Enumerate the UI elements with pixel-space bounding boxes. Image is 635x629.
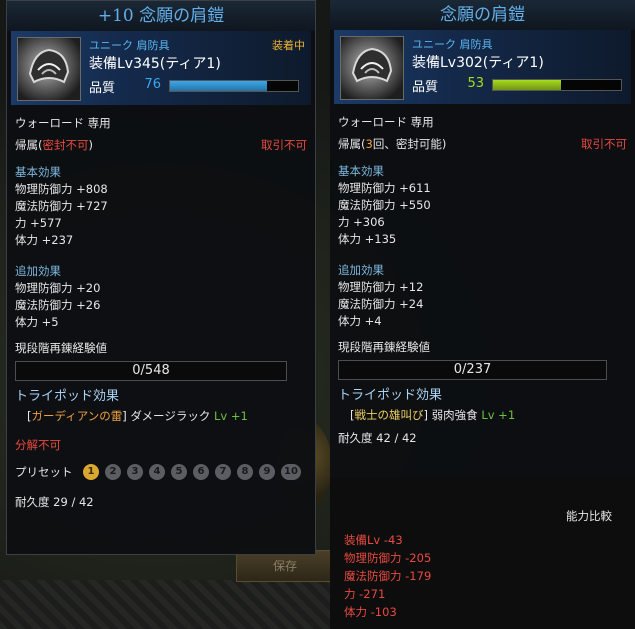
item-level: 装備Lv302(ティア1) <box>412 55 544 71</box>
comparison-line: 体力 -103 <box>344 605 397 619</box>
shoulder-armor-icon <box>17 37 81 101</box>
preset-button-1[interactable]: 1 <box>83 464 99 480</box>
stat-line: 物理防御力 +12 <box>338 280 424 294</box>
tripod-level: Lv +1 <box>481 408 516 422</box>
bind-status: 帰属(密封不可) 取引不可 <box>15 137 307 154</box>
stat-line: 体力 +5 <box>15 315 59 329</box>
preset-button-2[interactable]: 2 <box>105 464 121 480</box>
preset-button-8[interactable]: 8 <box>237 464 253 480</box>
preset-selector: プリセット 1 2 3 4 5 6 7 8 9 10 <box>15 460 307 484</box>
basic-effects-title: 基本効果 <box>338 164 384 178</box>
stat-line: 体力 +135 <box>338 232 397 246</box>
preset-buttons: 1 2 3 4 5 6 7 8 9 10 <box>83 464 307 480</box>
item-level: 装備Lv345(ティア1) <box>89 56 221 72</box>
stat-line: 体力 +237 <box>15 233 74 247</box>
disassemble-status: 分解不可 <box>15 438 61 452</box>
comparison-line: 装備Lv -43 <box>344 533 403 547</box>
quality-label: 品質 <box>412 80 439 95</box>
preset-button-10[interactable]: 10 <box>281 464 301 480</box>
extra-effects-list: 物理防御力 +12 魔法防御力 +24 体力 +4 <box>338 279 627 330</box>
extra-effects-list: 物理防御力 +20 魔法防御力 +26 体力 +5 <box>15 280 307 331</box>
quality-label: 品質 <box>89 81 116 96</box>
bind-rest: 回、密封可能) <box>372 137 447 151</box>
stat-line: 力 +577 <box>15 216 62 230</box>
equipped-status: 装着中 <box>272 39 305 52</box>
quality-bar-fill <box>493 80 561 90</box>
comparison-line: 力 -271 <box>344 587 386 601</box>
background-floor <box>0 580 330 629</box>
tripod-bracket-close: ] <box>423 408 429 422</box>
tripod-skill: ダメージラック <box>130 409 211 423</box>
quality-bar <box>169 80 299 92</box>
bind-close: ) <box>88 138 94 152</box>
stat-line: 魔法防御力 +24 <box>338 297 424 311</box>
bind-status: 帰属(3回、密封可能) 取引不可 <box>338 136 627 153</box>
bind-value: 密封不可 <box>42 138 89 152</box>
preset-button-4[interactable]: 4 <box>149 464 165 480</box>
basic-effects-title: 基本効果 <box>15 165 61 179</box>
durability: 耐久度 29 / 42 <box>15 495 94 509</box>
tripod-name: 戦士の雄叫び <box>354 408 424 422</box>
stat-line: 物理防御力 +611 <box>338 181 431 195</box>
comparison-line: 物理防御力 -205 <box>344 551 432 565</box>
quality-bar-fill <box>170 81 268 91</box>
stat-line: 魔法防御力 +26 <box>15 298 101 312</box>
bind-count: 3 <box>365 137 373 151</box>
stat-line: 体力 +4 <box>338 314 382 328</box>
compared-item-tooltip: 念願の肩鎧 ユニーク 肩防具 装備Lv302(ティア1) 品質 53 ウォーロー… <box>330 0 635 478</box>
tripod-effect: [戦士の雄叫び] 弱肉強食 Lv +1 <box>338 406 627 424</box>
trade-status: 取引不可 <box>261 138 307 152</box>
preset-button-5[interactable]: 5 <box>171 464 187 480</box>
refine-xp-title: 現段階再錬経験値 <box>338 340 430 354</box>
refine-xp-bar: 0/548 <box>15 361 287 381</box>
class-restriction: ウォーロード 専用 <box>15 116 111 130</box>
stat-line: 力 +306 <box>338 215 385 229</box>
stat-comparison-title: 能力比較 <box>566 509 612 523</box>
comparison-line: 魔法防御力 -179 <box>344 569 432 583</box>
stat-line: 物理防御力 +808 <box>15 182 108 196</box>
durability: 耐久度 42 / 42 <box>338 431 417 445</box>
stat-line: 魔法防御力 +727 <box>15 199 108 213</box>
tripod-skill: 弱肉強食 <box>431 408 478 422</box>
preset-button-7[interactable]: 7 <box>215 464 231 480</box>
tripod-bracket-close: ] <box>122 409 127 423</box>
tripod-title: トライポッド効果 <box>338 388 443 403</box>
basic-effects-list: 物理防御力 +808 魔法防御力 +727 力 +577 体力 +237 <box>15 181 307 249</box>
tripod-name: ガーディアンの雷 <box>31 409 123 423</box>
item-grade: ユニーク 肩防具 <box>412 38 493 51</box>
extra-effects-title: 追加効果 <box>15 264 61 278</box>
bind-label: 帰属( <box>15 138 43 152</box>
tripod-title: トライポッド効果 <box>15 389 120 404</box>
shoulder-armor-icon <box>340 36 404 100</box>
item-grade: ユニーク 肩防具 <box>89 39 170 52</box>
item-header: ユニーク 肩防具 装備Lv302(ティア1) 品質 53 <box>334 30 631 104</box>
tripod-level: Lv +1 <box>213 409 248 423</box>
preset-button-6[interactable]: 6 <box>193 464 209 480</box>
extra-effects-title: 追加効果 <box>338 263 384 277</box>
item-header: ユニーク 肩防具 装着中 装備Lv345(ティア1) 品質 76 <box>11 31 311 105</box>
quality-value: 53 <box>467 76 484 91</box>
bind-label: 帰属( <box>338 137 366 151</box>
preset-button-3[interactable]: 3 <box>127 464 143 480</box>
stat-line: 魔法防御力 +550 <box>338 198 431 212</box>
quality-bar <box>492 79 622 91</box>
trade-status: 取引不可 <box>581 137 627 151</box>
refine-xp-title: 現段階再錬経験値 <box>15 341 107 355</box>
refine-xp-bar: 0/237 <box>338 360 607 380</box>
preset-label: プリセット <box>15 465 73 479</box>
tripod-effect: [ガーディアンの雷] ダメージラック Lv +1 <box>15 407 307 425</box>
stat-line: 物理防御力 +20 <box>15 281 101 295</box>
quality-value: 76 <box>144 77 161 92</box>
class-restriction: ウォーロード 専用 <box>338 115 434 129</box>
item-title: +10 念願の肩鎧 <box>7 1 315 31</box>
basic-effects-list: 物理防御力 +611 魔法防御力 +550 力 +306 体力 +135 <box>338 180 627 248</box>
equipped-item-tooltip: +10 念願の肩鎧 ユニーク 肩防具 装着中 装備Lv345(ティア1) 品質 … <box>6 0 316 555</box>
item-title: 念願の肩鎧 <box>330 0 635 30</box>
preset-button-9[interactable]: 9 <box>259 464 275 480</box>
